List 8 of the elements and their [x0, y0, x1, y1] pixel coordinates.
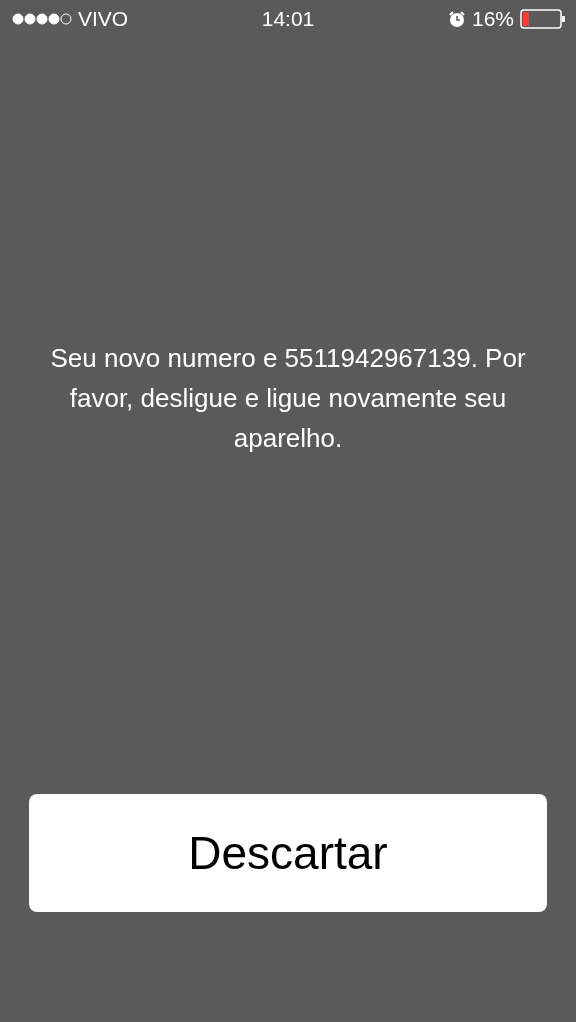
alert-message: Seu novo numero e 5511942967139. Por favor, desligue e ligue novamente seu aparelho. [49, 342, 527, 455]
alarm-clock-icon [447, 10, 466, 28]
dismiss-button[interactable]: Descartar [29, 794, 547, 912]
signal-strength-icon [12, 13, 72, 25]
battery-icon [520, 9, 566, 29]
carrier-name: VIVO [78, 7, 129, 31]
clock-time: 14:01 [261, 7, 315, 31]
battery-percentage: 16% [471, 7, 514, 31]
